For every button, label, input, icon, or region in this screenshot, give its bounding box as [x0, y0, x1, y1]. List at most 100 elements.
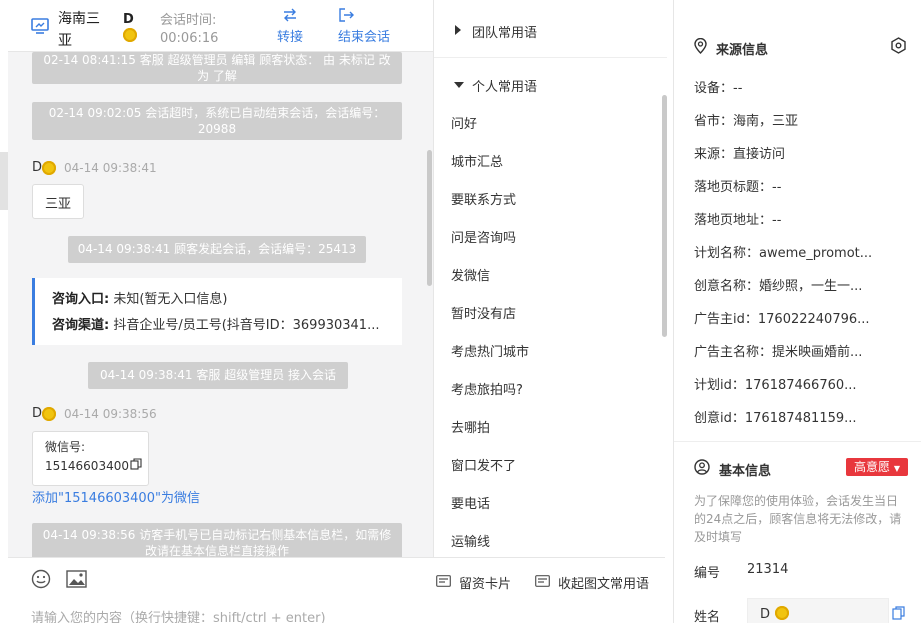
row-key: 设备： — [694, 81, 734, 96]
copy-icon[interactable] — [892, 605, 905, 623]
source-row-province: 省市：海南，三亚 — [694, 110, 916, 129]
source-info-header: 来源信息 — [694, 37, 768, 58]
monitor-icon — [31, 18, 49, 38]
system-message: 02-14 08:41:15 客服 超级管理员 编辑 顾客状态： 由 未标记 改… — [32, 52, 402, 84]
phrase-item[interactable]: 问好 — [451, 113, 477, 132]
copy-icon[interactable] — [130, 457, 142, 476]
inquiry-channel-label: 咨询渠道: — [52, 318, 110, 333]
row-key: 来源： — [694, 147, 734, 162]
inquiry-channel-row: 咨询渠道: 抖音企业号/员工号(抖音号ID：369930341... — [52, 312, 397, 340]
caret-down-icon: ▼ — [893, 464, 900, 473]
phrase-item[interactable]: 要电话 — [451, 493, 490, 512]
basic-info-title: 基本信息 — [719, 463, 772, 479]
add-wechat-link[interactable]: 添加"15146603400"为微信 — [32, 487, 200, 506]
message-bubble[interactable]: 微信号: 15146603400 — [32, 431, 149, 486]
settings-hex-icon[interactable] — [890, 37, 907, 58]
row-key: 落地页地址： — [694, 213, 773, 228]
row-value: -- — [772, 213, 782, 228]
row-value: 176187466760... — [744, 378, 857, 393]
session-time-label: 会话时间: — [160, 13, 217, 28]
system-message: 02-14 09:02:05 会话超时，系统已自动结束会话，会话编号：20988 — [32, 102, 402, 140]
message-list[interactable]: 02-14 08:41:15 客服 超级管理员 编辑 顾客状态： 由 未标记 改… — [8, 52, 433, 557]
inquiry-entry-row: 咨询入口: 未知(暂无入口信息) — [52, 286, 402, 314]
chat-scrollbar[interactable] — [427, 150, 432, 286]
message-time: 04-14 09:38:56 — [64, 406, 157, 421]
section-divider — [674, 441, 921, 442]
team-phrases-group[interactable]: 团队常用语 — [454, 22, 537, 41]
row-key: 计划名称： — [694, 246, 760, 261]
collapse-phrases-label: 收起图文常用语 — [558, 577, 650, 592]
message-input[interactable]: 请输入您的内容（换行快捷键：shift/ctrl + enter) — [31, 607, 326, 623]
team-phrases-label: 团队常用语 — [472, 26, 538, 41]
source-row-advertiser-id: 广告主id：176022240796... — [694, 308, 916, 327]
row-value: 176022240796... — [757, 312, 870, 327]
message-text: 微信号: — [45, 440, 86, 454]
end-session-button[interactable]: 结束会话 — [338, 8, 390, 45]
basic-info-header: 基本信息 — [694, 459, 771, 479]
id-value: 21314 — [747, 562, 789, 577]
transfer-button[interactable]: 转接 — [270, 8, 310, 45]
wechat-number-row: 15146603400 — [45, 457, 142, 476]
message-sender: D 04-14 09:38:56 — [32, 406, 157, 421]
row-key: 创意id： — [694, 411, 745, 426]
row-key: 计划id： — [694, 378, 745, 393]
source-row-source: 来源：直接访问 — [694, 143, 916, 162]
phrase-item[interactable]: 窗口发不了 — [451, 455, 516, 474]
row-key: 广告主名称： — [694, 345, 773, 360]
avatar-initial: D — [123, 12, 134, 27]
source-row-plan-name: 计划名称：aweme_promot... — [694, 242, 916, 261]
end-session-label: 结束会话 — [338, 30, 391, 45]
phrase-item[interactable]: 考虑旅拍吗? — [451, 379, 523, 398]
message-sender: D 04-14 09:38:41 — [32, 160, 157, 175]
name-field[interactable]: D — [747, 598, 889, 623]
row-value: 婚纱照，一生一... — [759, 279, 863, 294]
sun-avatar-icon — [42, 160, 57, 175]
exit-icon — [338, 8, 390, 26]
phrase-item[interactable]: 运输线 — [451, 531, 490, 550]
phrase-item[interactable]: 去哪拍 — [451, 417, 490, 436]
source-row-device: 设备：-- — [694, 77, 916, 96]
row-key: 省市： — [694, 114, 734, 129]
phrase-item[interactable]: 发微信 — [451, 265, 490, 284]
name-value: D — [760, 607, 771, 622]
phrase-item[interactable]: 问是咨询吗 — [451, 227, 516, 246]
phrases-panel: 团队常用语 个人常用语 问好 城市汇总 要联系方式 问是咨询吗 发微信 暂时没有… — [433, 0, 673, 557]
session-time-value: 00:06:16 — [160, 31, 219, 46]
phrase-item[interactable]: 城市汇总 — [451, 151, 503, 170]
row-value: -- — [772, 180, 782, 195]
row-value: 176187481159... — [744, 411, 857, 426]
emoji-icon[interactable] — [31, 569, 51, 593]
customer-location: 海南三亚 — [58, 11, 100, 49]
caret-right-icon — [454, 24, 462, 39]
chat-input-area: 留资卡片 收起图文常用语 请输入您的内容（换行快捷键：shift/ctrl + … — [8, 557, 665, 623]
phrase-item[interactable]: 考虑热门城市 — [451, 341, 529, 360]
personal-phrases-group[interactable]: 个人常用语 — [454, 76, 537, 95]
phrase-item[interactable]: 暂时没有店 — [451, 303, 516, 322]
phrase-item[interactable]: 要联系方式 — [451, 189, 516, 208]
edit-notice: 为了保障您的使用体验，会话发生当日的24点之后，顾客信息将无法修改，请及时填写 — [694, 494, 902, 544]
group-divider — [434, 57, 667, 58]
message-bubble[interactable]: 三亚 — [32, 184, 84, 219]
transfer-label: 转接 — [276, 30, 303, 45]
left-edge-strip — [0, 152, 8, 210]
collapse-phrases-button[interactable]: 收起图文常用语 — [535, 573, 649, 592]
caret-down-icon — [454, 78, 464, 93]
phrases-scrollbar[interactable] — [662, 95, 667, 337]
row-value: 海南，三亚 — [733, 114, 799, 129]
app-window: 海南三亚 D 会话时间: 00:06:16 转接 结束会话 02-14 08:4… — [0, 0, 921, 623]
personal-phrases-label: 个人常用语 — [472, 80, 538, 95]
row-value: 提米映画婚前... — [772, 345, 863, 360]
customer-info-panel: 来源信息 设备：-- 省市：海南，三亚 来源：直接访问 落地页标题：-- 落地页… — [673, 0, 921, 623]
card-icon — [535, 574, 550, 591]
inquiry-entry-label: 咨询入口: — [52, 292, 110, 307]
intent-dropdown[interactable]: 高意愿 ▼ — [846, 458, 908, 476]
name-label: 姓名 — [694, 610, 721, 623]
lead-card-button[interactable]: 留资卡片 — [436, 573, 511, 592]
row-key: 广告主id： — [694, 312, 758, 327]
location-pin-icon — [694, 37, 707, 58]
inquiry-channel-value: 抖音企业号/员工号(抖音号ID：369930341... — [113, 318, 380, 333]
inquiry-info-card: 咨询入口: 未知(暂无入口信息) 咨询渠道: 抖音企业号/员工号(抖音号ID：3… — [32, 278, 402, 345]
customer-avatar: D — [121, 12, 143, 44]
image-icon[interactable] — [66, 570, 87, 592]
row-value: aweme_promot... — [759, 246, 873, 261]
